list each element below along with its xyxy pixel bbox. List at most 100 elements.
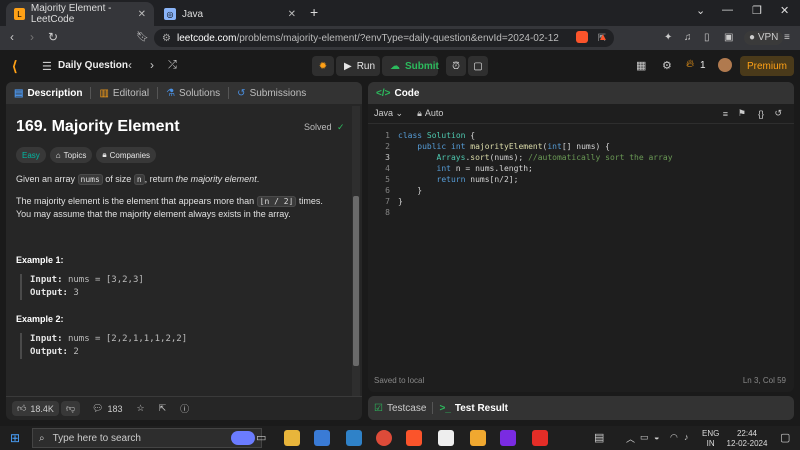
tab-submissions[interactable]: ↺ Submissions — [229, 82, 314, 104]
taskbar-search[interactable]: ⌕ Type here to search — [32, 428, 262, 448]
intellij-icon[interactable] — [500, 430, 516, 446]
tag-icon: ⌂ — [55, 150, 61, 160]
copilot-icon[interactable] — [231, 431, 255, 445]
problem-list-icon[interactable]: ☰ — [42, 60, 52, 73]
code-editor[interactable]: class Solution { public int majorityElem… — [398, 130, 778, 218]
tray-chevron-icon[interactable]: ︿ — [626, 432, 635, 445]
wallet-icon[interactable]: ▣ — [724, 32, 733, 43]
youtube-icon[interactable] — [532, 430, 548, 446]
tab-description[interactable]: ▤ Description — [6, 82, 90, 104]
notes-button[interactable]: ▢ — [468, 56, 488, 76]
sidebar-icon[interactable]: ▯ — [704, 32, 710, 43]
avatar[interactable] — [718, 58, 732, 72]
code-tabs: </> Code — [368, 82, 794, 104]
file-explorer-icon[interactable] — [284, 430, 300, 446]
tab-solutions[interactable]: ⚗ Solutions — [158, 82, 228, 104]
topics-button[interactable]: ⌂ Topics — [49, 147, 93, 163]
daily-question-label[interactable]: Daily Question — [58, 60, 128, 71]
run-button[interactable]: ▶ Run — [336, 56, 380, 76]
share-icon[interactable]: ⇱ — [159, 403, 167, 414]
leetcode-logo-icon[interactable]: ⟨ — [12, 58, 17, 75]
camera-app-icon[interactable] — [438, 430, 454, 446]
tab-list-chevron-icon[interactable]: ⌄ — [696, 4, 705, 17]
maximize-icon[interactable]: ❐ — [752, 4, 762, 17]
prev-problem-icon[interactable]: ‹ — [128, 58, 132, 72]
volume-icon[interactable]: ♪ — [684, 432, 689, 442]
star-icon[interactable]: ☆ — [137, 403, 145, 414]
difficulty-badge[interactable]: Easy — [16, 147, 46, 163]
testcase-tabs: ☑ Testcase >_ Test Result — [368, 396, 794, 420]
tab-testcase[interactable]: ☑ Testcase — [374, 403, 426, 414]
problem-statement-1: Given an array nums of size n, return th… — [16, 173, 336, 186]
network-icon[interactable]: ◒ — [654, 432, 659, 442]
vpn-button[interactable]: ● VPN — [744, 31, 784, 45]
windows-start-icon[interactable]: ⊞ — [10, 431, 20, 445]
language-select[interactable]: Java ⌄ — [374, 108, 403, 119]
extensions-icon[interactable]: ✦ — [664, 32, 672, 43]
site-info-icon[interactable]: ⚙︎ — [162, 33, 171, 44]
next-problem-icon[interactable]: › — [150, 58, 154, 72]
reset-icon[interactable]: ↺ — [774, 108, 782, 119]
browser-tab-java[interactable]: ◎ Java ✕ — [156, 2, 304, 26]
layout-grid-icon[interactable]: ▦ — [636, 59, 646, 72]
streak-flame-icon[interactable]: 🔥︎ — [686, 58, 694, 71]
menu-icon[interactable]: ≡ — [784, 32, 790, 43]
store-icon[interactable] — [314, 430, 330, 446]
tab-label: Code — [394, 87, 420, 99]
debug-button[interactable]: ✹ — [312, 56, 334, 76]
app-icon[interactable] — [470, 430, 486, 446]
url-path: /problems/majority-element/?envType=dail… — [236, 32, 559, 44]
example-1-title: Example 1: — [16, 255, 64, 265]
minimize-icon[interactable]: — — [722, 4, 733, 16]
tab-code[interactable]: </> Code — [368, 82, 427, 104]
language-indicator[interactable]: ENG IN — [702, 429, 719, 449]
help-icon[interactable]: ⓘ — [180, 402, 189, 415]
scrollbar-track[interactable] — [352, 106, 360, 396]
mail-icon[interactable] — [346, 430, 362, 446]
chrome-icon[interactable] — [376, 430, 392, 446]
text: , return — [144, 174, 176, 184]
random-problem-icon[interactable]: ⤮ — [168, 59, 177, 72]
reload-icon[interactable]: ↻ — [48, 30, 58, 44]
close-icon[interactable]: ✕ — [138, 9, 146, 20]
back-icon[interactable]: ‹ — [10, 30, 14, 44]
timer-button[interactable]: ⏰︎ — [446, 56, 466, 76]
widgets-icon[interactable]: ▤ — [594, 431, 604, 444]
tab-test-result[interactable]: >_ Test Result — [439, 403, 508, 414]
brave-icon[interactable] — [406, 430, 422, 446]
scrollbar-thumb[interactable] — [353, 196, 359, 366]
solved-label: Solved — [304, 122, 332, 132]
like-button[interactable]: 👍︎ 18.4K — [12, 401, 59, 416]
battery-icon[interactable]: ▭ — [640, 432, 649, 443]
settings-gear-icon[interactable]: ⚙ — [662, 59, 672, 72]
close-window-icon[interactable]: ✕ — [780, 4, 789, 17]
submit-button[interactable]: ☁ Submit — [382, 56, 439, 76]
browser-tab-leetcode[interactable]: L Majority Element - LeetCode ✕ — [6, 2, 154, 26]
wifi-icon[interactable]: ◠ — [670, 432, 678, 443]
premium-button[interactable]: Premium — [740, 56, 794, 76]
task-view-icon[interactable]: ▭ — [256, 431, 266, 444]
clock-date: 12-02-2024 — [726, 439, 768, 448]
dislike-button[interactable]: 👎︎ — [60, 401, 81, 416]
save-status: Saved to local — [374, 376, 425, 385]
tab-editorial[interactable]: ▥ Editorial — [91, 82, 157, 104]
format-icon[interactable]: ≡ — [723, 109, 728, 119]
url-field[interactable]: ⚙︎ leetcode.com/problems/majority-elemen… — [154, 29, 614, 47]
notifications-icon[interactable]: ▢ — [780, 431, 790, 444]
brave-shield-icon[interactable] — [576, 31, 588, 43]
new-tab-button[interactable]: + — [310, 4, 318, 20]
companies-button[interactable]: 🔒︎ Companies — [96, 147, 157, 163]
bookmark-icon[interactable]: 🔖︎ — [136, 32, 149, 43]
cloud-upload-icon: ☁ — [390, 60, 400, 72]
braces-icon[interactable]: {} — [758, 109, 764, 119]
media-icon[interactable]: ♫ — [684, 32, 692, 43]
code-line-5: return nums[n/2]; — [436, 175, 519, 184]
forward-icon[interactable]: › — [30, 30, 34, 44]
comments-button[interactable]: 💬︎ 183 — [92, 403, 122, 414]
bookmark-icon[interactable]: ⚑ — [738, 108, 746, 119]
close-icon[interactable]: ✕ — [288, 9, 296, 20]
brave-rewards-icon[interactable]: ▲ — [598, 32, 608, 43]
clock[interactable]: 22:44 12-02-2024 — [722, 429, 772, 449]
tab-label: Test Result — [454, 402, 509, 414]
auto-mode[interactable]: 🔒︎ Auto — [417, 108, 443, 119]
